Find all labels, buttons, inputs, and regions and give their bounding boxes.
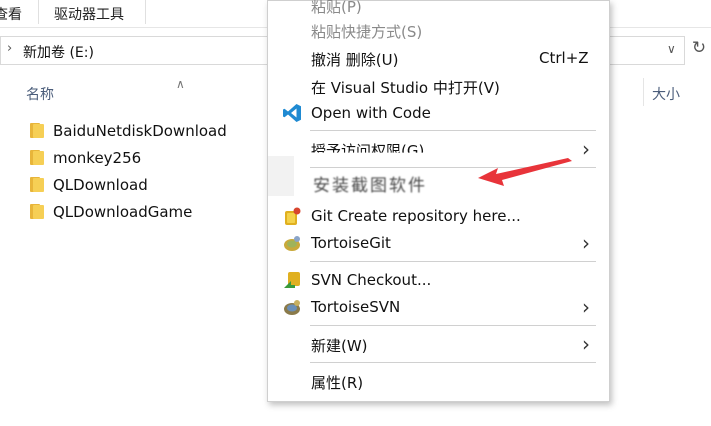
column-size-header[interactable]: 大小 (652, 84, 680, 104)
menu-item-open-in-visual-studio[interactable]: 在 Visual Studio 中打开(V) (268, 73, 609, 99)
chevron-right-icon: › (582, 231, 590, 255)
menu-item-label: TortoiseSVN (311, 298, 401, 316)
menu-item-label: Git Create repository here... (311, 207, 521, 225)
folder-icon (30, 123, 44, 138)
menu-item-tortoisegit[interactable]: TortoiseGit › (268, 230, 609, 256)
svn-checkout-icon (282, 270, 302, 290)
menu-item-label: 新建(W) (311, 337, 368, 355)
tab-view[interactable]: 查看 (0, 4, 22, 24)
menu-item-svn-checkout[interactable]: SVN Checkout... (268, 267, 609, 293)
chevron-right-icon: › (582, 295, 590, 319)
menu-item-label: 在 Visual Studio 中打开(V) (311, 79, 500, 97)
chevron-right-icon: › (582, 137, 590, 161)
chevron-right-icon[interactable]: › (7, 41, 12, 56)
file-name: BaiduNetdiskDownload (53, 122, 227, 140)
annotation-arrow-icon (478, 158, 572, 186)
context-menu: 粘贴(P) 粘贴快捷方式(S) 撤消 删除(U) Ctrl+Z 在 Visual… (267, 0, 610, 402)
folder-icon (30, 150, 44, 165)
git-create-icon (282, 206, 302, 226)
menu-item-tortoisesvn[interactable]: TortoiseSVN › (268, 294, 609, 320)
obscured-menu-item[interactable]: 安装截图软件 (313, 171, 427, 196)
tab-drive-tools[interactable]: 驱动器工具 (54, 4, 124, 24)
menu-item-git-create-repository[interactable]: Git Create repository here... (268, 203, 609, 229)
tortoisesvn-icon (282, 297, 302, 317)
menu-item-label: 撤消 删除(U) (311, 51, 399, 69)
faded-area (268, 156, 294, 196)
menu-item-paste: 粘贴(P) (268, 0, 609, 18)
chevron-right-icon: › (582, 332, 590, 356)
folder-icon (30, 177, 44, 192)
menu-separator (310, 362, 596, 363)
menu-item-properties[interactable]: 属性(R) (268, 368, 609, 394)
refresh-icon[interactable]: ↻ (688, 38, 710, 62)
vscode-icon (282, 103, 302, 123)
menu-item-shortcut: Ctrl+Z (539, 49, 589, 67)
menu-separator (310, 261, 596, 262)
menu-item-label: 属性(R) (311, 374, 364, 392)
file-name: monkey256 (53, 149, 142, 167)
column-divider[interactable] (643, 78, 644, 106)
address-path[interactable]: 新加卷 (E:) (23, 42, 94, 62)
file-name: QLDownload (53, 176, 148, 194)
menu-item-label: 授予访问权限(G) (311, 142, 425, 160)
menu-item-new[interactable]: 新建(W) › (268, 331, 609, 357)
tortoisegit-icon (282, 233, 302, 253)
folder-icon (30, 204, 44, 219)
chevron-down-icon[interactable]: ∨ (667, 42, 676, 56)
menu-item-paste-shortcut: 粘贴快捷方式(S) (268, 17, 609, 43)
menu-item-label: 粘贴(P) (311, 0, 362, 16)
menu-item-label: 粘贴快捷方式(S) (311, 23, 423, 41)
ribbon-divider (38, 0, 39, 24)
menu-item-label: Open with Code (311, 104, 431, 122)
menu-separator (310, 325, 596, 326)
menu-item-undo-delete[interactable]: 撤消 删除(U) Ctrl+Z (268, 45, 609, 71)
ribbon-divider (145, 0, 146, 24)
sort-caret-icon: ∧ (176, 77, 185, 91)
file-name: QLDownloadGame (53, 203, 193, 221)
menu-item-label: TortoiseGit (311, 234, 391, 252)
menu-separator (310, 130, 596, 131)
menu-item-open-with-code[interactable]: Open with Code (268, 100, 609, 126)
menu-item-label: SVN Checkout... (311, 271, 432, 289)
column-name-header[interactable]: 名称 (26, 84, 54, 104)
